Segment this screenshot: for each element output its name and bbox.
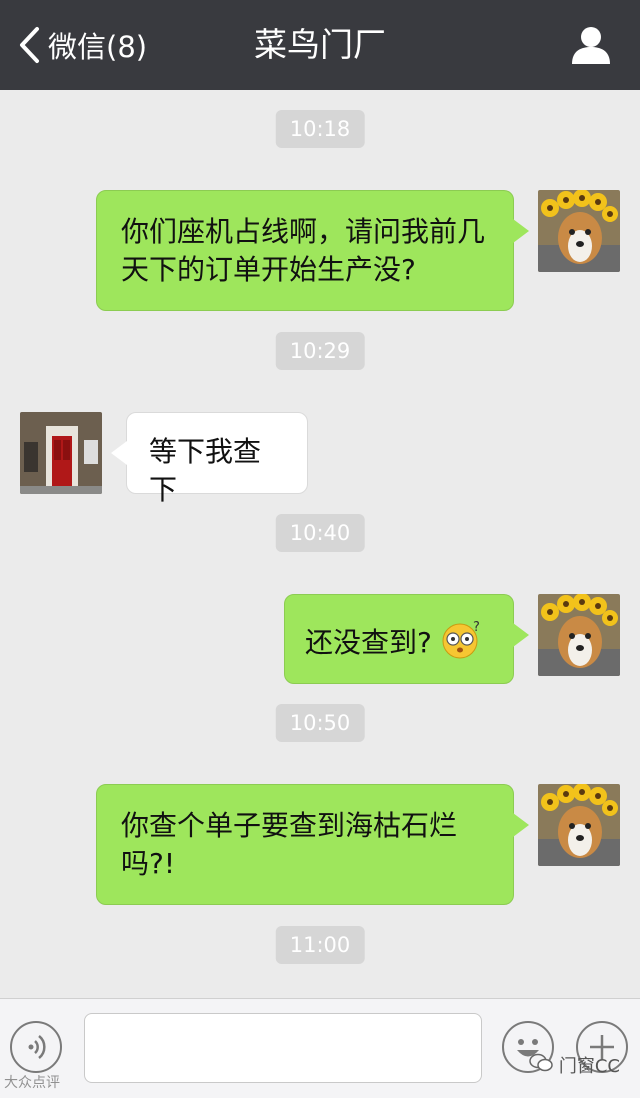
message-text: 你们座机占线啊，请问我前几天下的订单开始生产没? [121, 215, 486, 286]
watermark-right: 门窗CC [529, 1052, 620, 1078]
message-text: 还没查到? [305, 626, 432, 659]
timestamp: 10:50 [275, 704, 365, 742]
voice-icon [12, 1023, 60, 1071]
voice-button[interactable] [10, 1021, 62, 1073]
svg-text:?: ? [473, 620, 480, 635]
dizzy-face-emoji: ? [440, 619, 484, 669]
message-input[interactable] [84, 1013, 482, 1083]
message-bubble-received[interactable]: 等下我查下 [111, 412, 308, 506]
message-text: 等下我查下 [149, 435, 262, 506]
watermark-left: 大众点评 [4, 1075, 60, 1091]
chat-title: 菜鸟门厂 [254, 25, 386, 64]
timestamp: 10:18 [275, 110, 365, 148]
timestamp: 11:00 [275, 926, 365, 964]
message-text: 你查个单子要查到海枯石烂吗?! [121, 809, 458, 880]
top-bar: 微信(8) 菜鸟门厂 [0, 0, 640, 90]
timestamp: 10:40 [275, 514, 365, 552]
contact-avatar[interactable] [20, 412, 102, 494]
message-bubble-sent[interactable]: 你查个单子要查到海枯石烂吗?! [96, 784, 529, 905]
my-avatar[interactable] [538, 190, 620, 272]
chat-area[interactable]: 10:18 你们座机占线啊，请问我前几天下的订单开始生产没? 10:29 等下我… [0, 90, 640, 998]
my-avatar[interactable] [538, 784, 620, 866]
watermark-text: 门窗CC [558, 1056, 620, 1077]
my-avatar[interactable] [538, 594, 620, 676]
timestamp: 10:29 [275, 332, 365, 370]
message-bubble-sent[interactable]: 还没查到? ? [284, 594, 529, 684]
person-icon[interactable] [570, 24, 612, 66]
message-bubble-sent[interactable]: 你们座机占线啊，请问我前几天下的订单开始生产没? [96, 190, 529, 311]
wechat-icon [529, 1053, 553, 1078]
input-bar: 大众点评 门窗CC [0, 998, 640, 1098]
